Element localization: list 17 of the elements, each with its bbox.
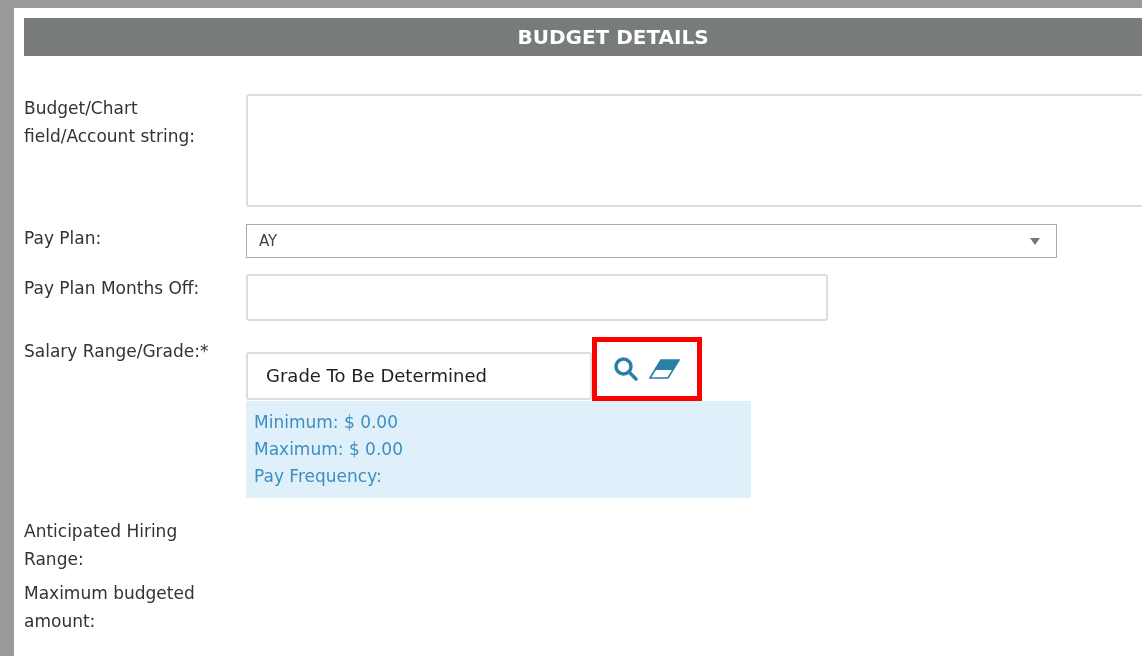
field-label: Pay Plan: xyxy=(24,227,103,250)
grade-info-text: Maximum: $ 0.00 xyxy=(254,438,404,461)
section-header: BUDGET DETAILS xyxy=(24,18,1142,56)
field-label: Budget/Chart field/Account string: xyxy=(24,97,196,148)
grade-info-text: Minimum: $ 0.00 xyxy=(254,411,399,434)
eraser-icon[interactable] xyxy=(649,359,681,379)
search-icon[interactable] xyxy=(613,356,639,382)
field-label: Salary Range/Grade:* xyxy=(24,340,210,363)
caret-icon xyxy=(1030,237,1040,245)
months-off-field[interactable] xyxy=(246,274,828,321)
field-label: Anticipated Hiring Range: xyxy=(24,520,179,571)
account-string-field[interactable] xyxy=(246,94,1142,207)
grade-info-text: Pay Frequency: xyxy=(254,465,383,488)
salary-grade-field[interactable]: Grade To Be Determined xyxy=(246,351,592,400)
field-label: Maximum budgeted amount: xyxy=(24,582,196,633)
field-label: Pay Plan Months Off: xyxy=(24,277,201,300)
pay-plan-dropdown[interactable]: AY xyxy=(246,224,1057,258)
